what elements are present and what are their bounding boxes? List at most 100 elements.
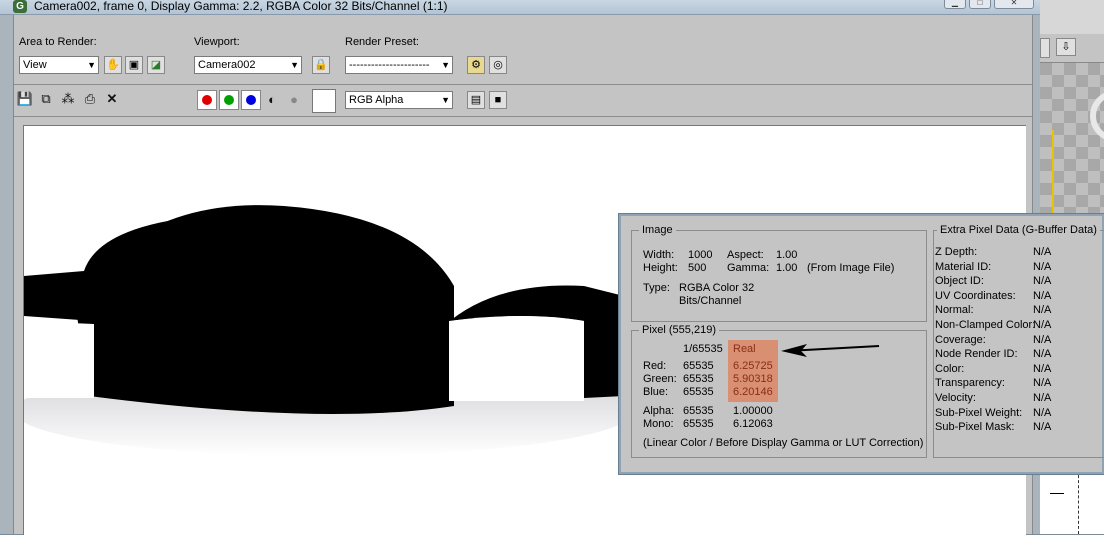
aspect-value: 1.00 bbox=[776, 249, 798, 261]
close-icon: ✕ bbox=[1010, 0, 1018, 7]
viewport-value: Camera002 bbox=[198, 59, 256, 71]
render-region-button[interactable]: ◪ bbox=[147, 56, 165, 74]
render-setup-button[interactable]: ⚙ bbox=[467, 56, 485, 74]
area-to-render-label: Area to Render: bbox=[19, 36, 97, 48]
extra-row-value: N/A bbox=[1033, 289, 1052, 302]
viewport-dropdown[interactable]: Camera002 ▼ bbox=[194, 56, 302, 74]
area-to-render-dropdown[interactable]: View ▼ bbox=[19, 56, 99, 74]
minimize-button[interactable]: ▁ bbox=[944, 0, 966, 9]
real-column-header: Real bbox=[733, 343, 756, 355]
width-value: 1000 bbox=[688, 249, 713, 261]
extra-row-value: N/A bbox=[1033, 319, 1052, 331]
close-button[interactable]: ✕ bbox=[994, 0, 1034, 9]
extra-row-value: N/A bbox=[1033, 260, 1052, 273]
extra-row-label: Sub-Pixel Mask: bbox=[935, 421, 1015, 434]
environment-button[interactable]: ◎ bbox=[489, 56, 507, 74]
app-icon: G bbox=[13, 0, 27, 13]
extra-row-value: N/A bbox=[1033, 377, 1052, 390]
extra-row-value: N/A bbox=[1033, 392, 1052, 404]
image-group-title: Image bbox=[639, 224, 676, 236]
blue-channel-toggle[interactable] bbox=[241, 90, 261, 110]
maximize-button[interactable]: □ bbox=[969, 0, 991, 9]
extra-row-label: Coverage: bbox=[935, 333, 986, 346]
pixel-info-panel: Image Width: 1000 Aspect: 1.00 Height: 5… bbox=[619, 214, 1104, 474]
extra-row-label: Normal: bbox=[935, 304, 974, 317]
extra-row-value: N/A bbox=[1033, 406, 1052, 419]
copy-image-button[interactable]: ⧉ bbox=[37, 90, 55, 108]
alpha-label: Alpha: bbox=[643, 405, 675, 417]
print-icon: ⎙ bbox=[84, 91, 96, 106]
alpha-real-value: 1.00000 bbox=[733, 405, 773, 417]
arrow-annotation-icon bbox=[781, 344, 880, 357]
extra-row-value: N/A bbox=[1033, 348, 1052, 361]
red-label: Red: bbox=[643, 360, 667, 372]
chevron-down-icon: ▼ bbox=[441, 60, 450, 70]
toggle-ui-overlay-button[interactable]: ▤ bbox=[467, 91, 485, 109]
mono-real-value: 6.12063 bbox=[733, 418, 773, 430]
extra-row-label: Object ID: bbox=[935, 275, 984, 288]
extra-row-label: Material ID: bbox=[935, 260, 992, 273]
gray-dot-icon: ● bbox=[290, 92, 298, 107]
render-preset-label: Render Preset: bbox=[345, 36, 419, 48]
chevron-down-icon: ▼ bbox=[87, 60, 96, 70]
toolbar-separator-2 bbox=[14, 116, 1032, 117]
maximize-icon: □ bbox=[977, 0, 983, 7]
viewport-tool-button[interactable]: ⇩ bbox=[1056, 38, 1076, 56]
mono-int-value: 65535 bbox=[683, 418, 714, 430]
linear-color-note: (Linear Color / Before Display Gamma or … bbox=[643, 437, 924, 449]
red-channel-toggle[interactable] bbox=[197, 90, 217, 110]
red-dot-icon bbox=[202, 95, 212, 105]
minimize-icon: ▁ bbox=[951, 0, 959, 7]
red-real-value: 6.25725 bbox=[733, 360, 773, 372]
chevron-down-icon: ▼ bbox=[290, 60, 299, 70]
color-swatch[interactable] bbox=[312, 89, 336, 113]
blue-real-value: 6.20146 bbox=[733, 386, 773, 398]
clone-window-button[interactable]: ⁂ bbox=[59, 90, 77, 108]
save-image-button[interactable]: 💾 bbox=[16, 90, 34, 108]
viewport-mark bbox=[1050, 493, 1064, 494]
edit-region-button[interactable]: ✋ bbox=[104, 56, 122, 74]
channel-display-value: RGB Alpha bbox=[349, 94, 404, 106]
toggle-ui-button[interactable]: ■ bbox=[489, 91, 507, 109]
extra-row-value: N/A bbox=[1033, 304, 1052, 317]
mono-toggle[interactable]: ● bbox=[285, 91, 303, 109]
red-int-value: 65535 bbox=[683, 360, 714, 372]
extra-row-value: N/A bbox=[1033, 421, 1052, 434]
width-label: Width: bbox=[643, 249, 675, 261]
render-preset-dropdown[interactable]: ---------------------- ▼ bbox=[345, 56, 453, 74]
gamma-value: 1.00 bbox=[776, 262, 798, 274]
int-column-header: 1/65535 bbox=[683, 343, 723, 355]
lock-viewport-button[interactable]: 🔒 bbox=[312, 56, 330, 74]
render-preset-value: ---------------------- bbox=[349, 59, 430, 71]
lock-icon: 🔒 bbox=[314, 59, 328, 71]
toolbar-separator bbox=[14, 84, 1032, 85]
gamma-note: (From Image File) bbox=[807, 262, 895, 274]
extra-pixel-data-title: Extra Pixel Data (G-Buffer Data) bbox=[937, 224, 1100, 236]
blue-dot-icon bbox=[246, 95, 256, 105]
extra-row-label: Velocity: bbox=[935, 392, 976, 404]
viewport-tool-edge bbox=[1040, 38, 1050, 58]
green-channel-toggle[interactable] bbox=[219, 90, 239, 110]
alpha-toggle[interactable]: ◐ bbox=[263, 91, 281, 109]
blue-int-value: 65535 bbox=[683, 386, 714, 398]
type-label: Type: bbox=[643, 282, 670, 294]
image-group bbox=[631, 230, 927, 322]
extra-row-label: Z Depth: bbox=[935, 246, 978, 258]
extra-row-label: Sub-Pixel Weight: bbox=[935, 406, 1023, 419]
print-image-button[interactable]: ⎙ bbox=[81, 90, 99, 108]
extra-row-value: N/A bbox=[1033, 333, 1052, 346]
half-circle-icon: ◐ bbox=[268, 92, 276, 107]
channel-display-dropdown[interactable]: RGB Alpha ▼ bbox=[345, 91, 453, 109]
green-label: Green: bbox=[643, 373, 677, 385]
auto-region-button[interactable]: ▣ bbox=[125, 56, 143, 74]
extra-row-label: UV Coordinates: bbox=[935, 289, 1016, 302]
clone-icon: ⁂ bbox=[61, 91, 75, 106]
clear-button[interactable]: ✕ bbox=[103, 90, 121, 108]
area-to-render-value: View bbox=[23, 59, 47, 71]
region-icon: ▣ bbox=[128, 59, 140, 71]
green-int-value: 65535 bbox=[683, 373, 714, 385]
render-region-icon: ◪ bbox=[150, 59, 162, 71]
window-left-border bbox=[0, 15, 14, 534]
blue-label: Blue: bbox=[643, 386, 669, 398]
extra-row-label: Node Render ID: bbox=[935, 348, 1018, 361]
